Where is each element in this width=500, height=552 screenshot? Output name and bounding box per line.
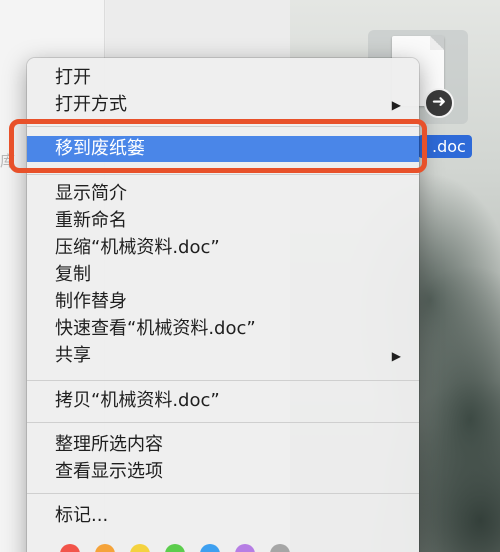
menu-item-share[interactable]: 共享 ▶ bbox=[27, 343, 419, 369]
menu-item-duplicate[interactable]: 复制 bbox=[27, 262, 419, 288]
menu-item-get-info[interactable]: 显示简介 bbox=[27, 181, 419, 207]
menu-separator bbox=[27, 174, 419, 175]
submenu-arrow-icon: ▶ bbox=[391, 98, 401, 112]
submenu-arrow-icon: ▶ bbox=[391, 349, 401, 363]
menu-item-open-with[interactable]: 打开方式 ▶ bbox=[27, 92, 419, 118]
menu-item-rename[interactable]: 重新命名 bbox=[27, 208, 419, 234]
menu-item-tags[interactable]: 标记... bbox=[27, 503, 419, 529]
menu-item-share-label: 共享 bbox=[55, 345, 91, 366]
menu-item-make-alias[interactable]: 制作替身 bbox=[27, 289, 419, 315]
menu-separator bbox=[27, 422, 419, 423]
menu-item-show-view-options[interactable]: 查看显示选项 bbox=[27, 459, 419, 485]
menu-separator bbox=[27, 380, 419, 381]
annotation-highlight-box bbox=[9, 119, 427, 173]
menu-item-open-with-label: 打开方式 bbox=[55, 94, 127, 115]
menu-item-compress[interactable]: 压缩“机械资料.doc” bbox=[27, 235, 419, 261]
menu-item-copy[interactable]: 拷贝“机械资料.doc” bbox=[27, 388, 419, 414]
menu-item-clean-up-selection[interactable]: 整理所选内容 bbox=[27, 432, 419, 458]
menu-item-open[interactable]: 打开 bbox=[27, 65, 419, 91]
menu-separator bbox=[27, 493, 419, 494]
menu-item-quick-look[interactable]: 快速查看“机械资料.doc” bbox=[27, 316, 419, 342]
arrow-right-circle-icon[interactable]: ➜ bbox=[424, 88, 454, 118]
